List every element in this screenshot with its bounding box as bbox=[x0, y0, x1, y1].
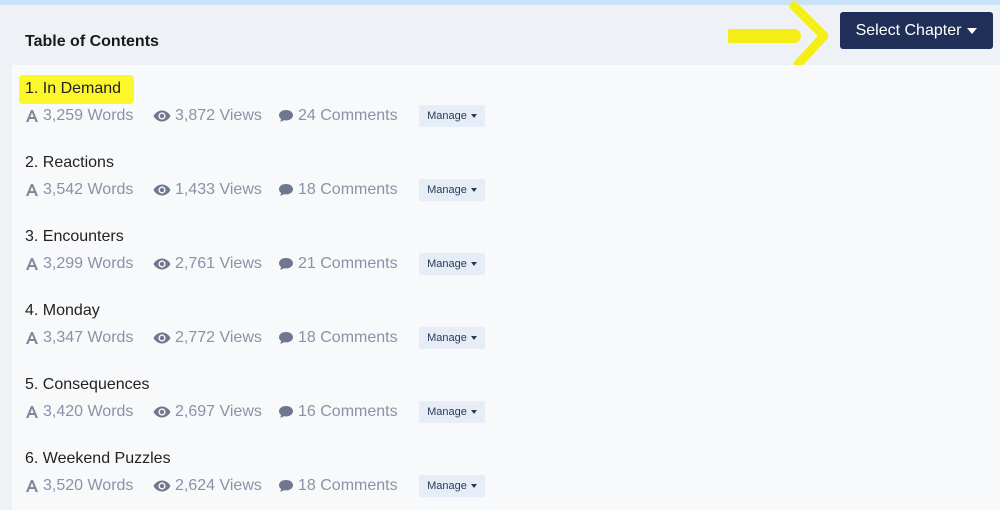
comment-count: 16 Comments bbox=[278, 400, 398, 424]
page-title: Table of Contents bbox=[25, 33, 159, 50]
view-count: 2,624 Views bbox=[153, 474, 262, 498]
chapter-title-link[interactable]: 4. Monday bbox=[25, 301, 100, 321]
chapter-title-link[interactable]: 6. Weekend Puzzles bbox=[25, 449, 171, 469]
comment-count: 24 Comments bbox=[278, 104, 398, 128]
chapter-item: 1. In Demand 3,259 Words 3,872 Views 24 … bbox=[18, 75, 725, 139]
font-size-icon bbox=[25, 331, 39, 345]
manage-button[interactable]: Manage bbox=[419, 401, 485, 423]
eye-icon bbox=[153, 257, 171, 271]
chapter-meta: 3,520 Words 2,624 Views 18 Comments Mana… bbox=[25, 474, 725, 498]
chapter-item: 2. Reactions 3,542 Words 1,433 Views 18 … bbox=[25, 153, 725, 213]
eye-icon bbox=[153, 405, 171, 419]
chapter-meta: 3,259 Words 3,872 Views 24 Comments Mana… bbox=[25, 104, 725, 128]
chapter-list: 1. In Demand 3,259 Words 3,872 Views 24 … bbox=[12, 65, 1000, 510]
comment-bubble-icon bbox=[278, 405, 294, 419]
chapter-title-link[interactable]: 2. Reactions bbox=[25, 153, 114, 173]
comment-count: 18 Comments bbox=[278, 474, 398, 498]
chapter-meta: 3,347 Words 2,772 Views 18 Comments Mana… bbox=[25, 326, 725, 350]
annotation-arrow-icon bbox=[728, 1, 828, 69]
chapter-item: 3. Encounters 3,299 Words 2,761 Views 21… bbox=[25, 227, 725, 287]
chapter-title-link[interactable]: 1. In Demand bbox=[18, 75, 135, 104]
font-size-icon bbox=[25, 257, 39, 271]
view-count: 2,772 Views bbox=[153, 326, 262, 350]
view-count: 2,761 Views bbox=[153, 252, 262, 276]
caret-down-icon bbox=[967, 27, 978, 34]
chapter-item: 4. Monday 3,347 Words 2,772 Views 18 Com… bbox=[25, 301, 725, 361]
caret-down-icon bbox=[470, 262, 477, 266]
word-count: 3,420 Words bbox=[25, 400, 133, 424]
font-size-icon bbox=[25, 183, 39, 197]
chapter-title-link[interactable]: 5. Consequences bbox=[25, 375, 150, 395]
chapter-meta: 3,299 Words 2,761 Views 21 Comments Mana… bbox=[25, 252, 725, 276]
eye-icon bbox=[153, 183, 171, 197]
comment-count: 18 Comments bbox=[278, 178, 398, 202]
chapter-item: 6. Weekend Puzzles 3,520 Words 2,624 Vie… bbox=[25, 449, 725, 509]
font-size-icon bbox=[25, 479, 39, 493]
caret-down-icon bbox=[470, 188, 477, 192]
comment-bubble-icon bbox=[278, 183, 294, 197]
eye-icon bbox=[153, 109, 171, 123]
comment-bubble-icon bbox=[278, 331, 294, 345]
eye-icon bbox=[153, 479, 171, 493]
manage-button[interactable]: Manage bbox=[419, 475, 485, 497]
word-count: 3,347 Words bbox=[25, 326, 133, 350]
manage-button[interactable]: Manage bbox=[419, 179, 485, 201]
manage-button[interactable]: Manage bbox=[419, 105, 485, 127]
caret-down-icon bbox=[470, 114, 477, 118]
comment-count: 18 Comments bbox=[278, 326, 398, 350]
comment-bubble-icon bbox=[278, 257, 294, 271]
view-count: 3,872 Views bbox=[153, 104, 262, 128]
caret-down-icon bbox=[470, 336, 477, 340]
chapter-meta: 3,542 Words 1,433 Views 18 Comments Mana… bbox=[25, 178, 725, 202]
chapter-meta: 3,420 Words 2,697 Views 16 Comments Mana… bbox=[25, 400, 725, 424]
font-size-icon bbox=[25, 405, 39, 419]
word-count: 3,299 Words bbox=[25, 252, 133, 276]
select-chapter-label: Select Chapter bbox=[855, 21, 962, 39]
comment-bubble-icon bbox=[278, 109, 294, 123]
comment-bubble-icon bbox=[278, 479, 294, 493]
view-count: 2,697 Views bbox=[153, 400, 262, 424]
view-count: 1,433 Views bbox=[153, 178, 262, 202]
word-count: 3,542 Words bbox=[25, 178, 133, 202]
chapter-item: 5. Consequences 3,420 Words 2,697 Views … bbox=[25, 375, 725, 435]
font-size-icon bbox=[25, 109, 39, 123]
manage-button[interactable]: Manage bbox=[419, 253, 485, 275]
word-count: 3,520 Words bbox=[25, 474, 133, 498]
comment-count: 21 Comments bbox=[278, 252, 398, 276]
select-chapter-button[interactable]: Select Chapter bbox=[840, 12, 993, 49]
chapter-title-link[interactable]: 3. Encounters bbox=[25, 227, 124, 247]
manage-button[interactable]: Manage bbox=[419, 327, 485, 349]
caret-down-icon bbox=[470, 410, 477, 414]
word-count: 3,259 Words bbox=[25, 104, 133, 128]
caret-down-icon bbox=[470, 484, 477, 488]
eye-icon bbox=[153, 331, 171, 345]
